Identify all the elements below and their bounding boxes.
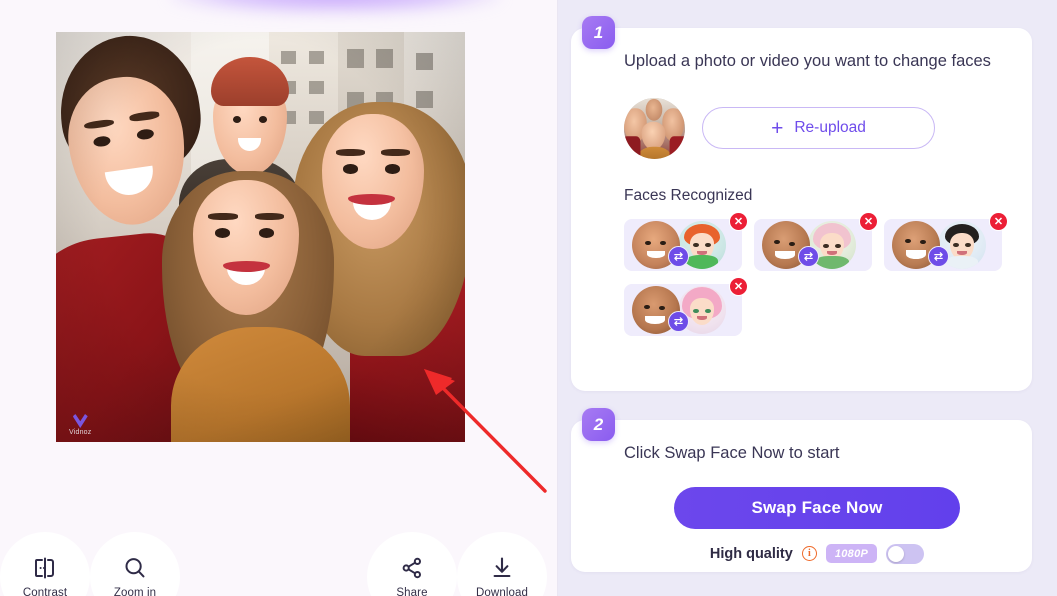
watermark: Vidnoz xyxy=(69,414,91,436)
zoom-in-label: Zoom in xyxy=(113,587,157,596)
remove-face-button[interactable]: ✕ xyxy=(859,211,878,231)
vidnoz-logo-icon xyxy=(72,414,88,428)
share-label: Share xyxy=(396,587,428,596)
preview-pane: Vidnoz Contrast Zoom in Share Download xyxy=(0,0,558,596)
contrast-button[interactable]: Contrast xyxy=(0,532,90,596)
watermark-label: Vidnoz xyxy=(69,429,92,436)
step-1-card: 1 Upload a photo or video you want to ch… xyxy=(571,16,1032,391)
contrast-label: Contrast xyxy=(22,587,68,596)
remove-face-button[interactable]: ✕ xyxy=(729,276,748,296)
upload-row: + Re-upload xyxy=(624,97,1010,159)
step-2-badge: 2 xyxy=(582,408,615,441)
left-toolbar: Contrast Zoom in xyxy=(0,506,180,596)
face-swap-editor: Vidnoz Contrast Zoom in Share Download 1… xyxy=(0,0,1057,596)
step-2-title: Click Swap Face Now to start xyxy=(624,444,840,462)
high-quality-row: High quality i 1080P xyxy=(624,543,1010,564)
photo-canvas[interactable]: Vidnoz xyxy=(56,32,465,442)
step-2-card: 2 Click Swap Face Now to start Swap Face… xyxy=(571,408,1032,572)
step-1-badge: 1 xyxy=(582,16,615,49)
uploaded-thumbnail[interactable] xyxy=(624,97,685,159)
faces-recognized-grid: ✕ ✕ ✕ ✕ xyxy=(624,211,1057,336)
thumbnail-image xyxy=(624,97,685,159)
faces-recognized-title: Faces Recognized xyxy=(624,186,753,204)
right-toolbar: Share Download xyxy=(367,506,547,596)
high-quality-toggle[interactable] xyxy=(886,543,925,564)
high-quality-label: High quality xyxy=(709,545,793,562)
reupload-label: Re-upload xyxy=(794,119,866,137)
face-pair-card[interactable]: ✕ xyxy=(754,211,878,271)
step-1-title: Upload a photo or video you want to chan… xyxy=(624,52,991,70)
swap-arrows-icon[interactable] xyxy=(668,310,689,332)
zoom-in-icon xyxy=(122,555,148,581)
plus-icon: + xyxy=(771,116,784,140)
toggle-knob xyxy=(888,545,905,562)
swap-arrows-icon[interactable] xyxy=(798,245,819,267)
swap-face-now-button[interactable]: Swap Face Now xyxy=(674,486,960,529)
download-label: Download xyxy=(476,587,528,596)
steps-pane: 1 Upload a photo or video you want to ch… xyxy=(558,0,1057,596)
share-icon xyxy=(399,555,425,581)
remove-face-button[interactable]: ✕ xyxy=(729,211,748,231)
selfie-photo: Vidnoz xyxy=(56,32,465,442)
share-button[interactable]: Share xyxy=(367,532,457,596)
zoom-in-button[interactable]: Zoom in xyxy=(90,532,180,596)
resolution-badge: 1080P xyxy=(825,544,878,564)
swap-arrows-icon[interactable] xyxy=(928,245,949,267)
download-button[interactable]: Download xyxy=(457,532,547,596)
swap-arrows-icon[interactable] xyxy=(668,245,689,267)
face-pair-card[interactable]: ✕ xyxy=(624,276,748,336)
info-icon[interactable]: i xyxy=(801,546,817,562)
face-pair-card[interactable]: ✕ xyxy=(884,211,1008,271)
reupload-button[interactable]: + Re-upload xyxy=(702,107,935,150)
contrast-icon xyxy=(32,555,58,581)
photo-vignette xyxy=(56,32,465,442)
download-icon xyxy=(489,555,515,581)
face-pair-card[interactable]: ✕ xyxy=(624,211,748,271)
remove-face-button[interactable]: ✕ xyxy=(989,211,1008,231)
